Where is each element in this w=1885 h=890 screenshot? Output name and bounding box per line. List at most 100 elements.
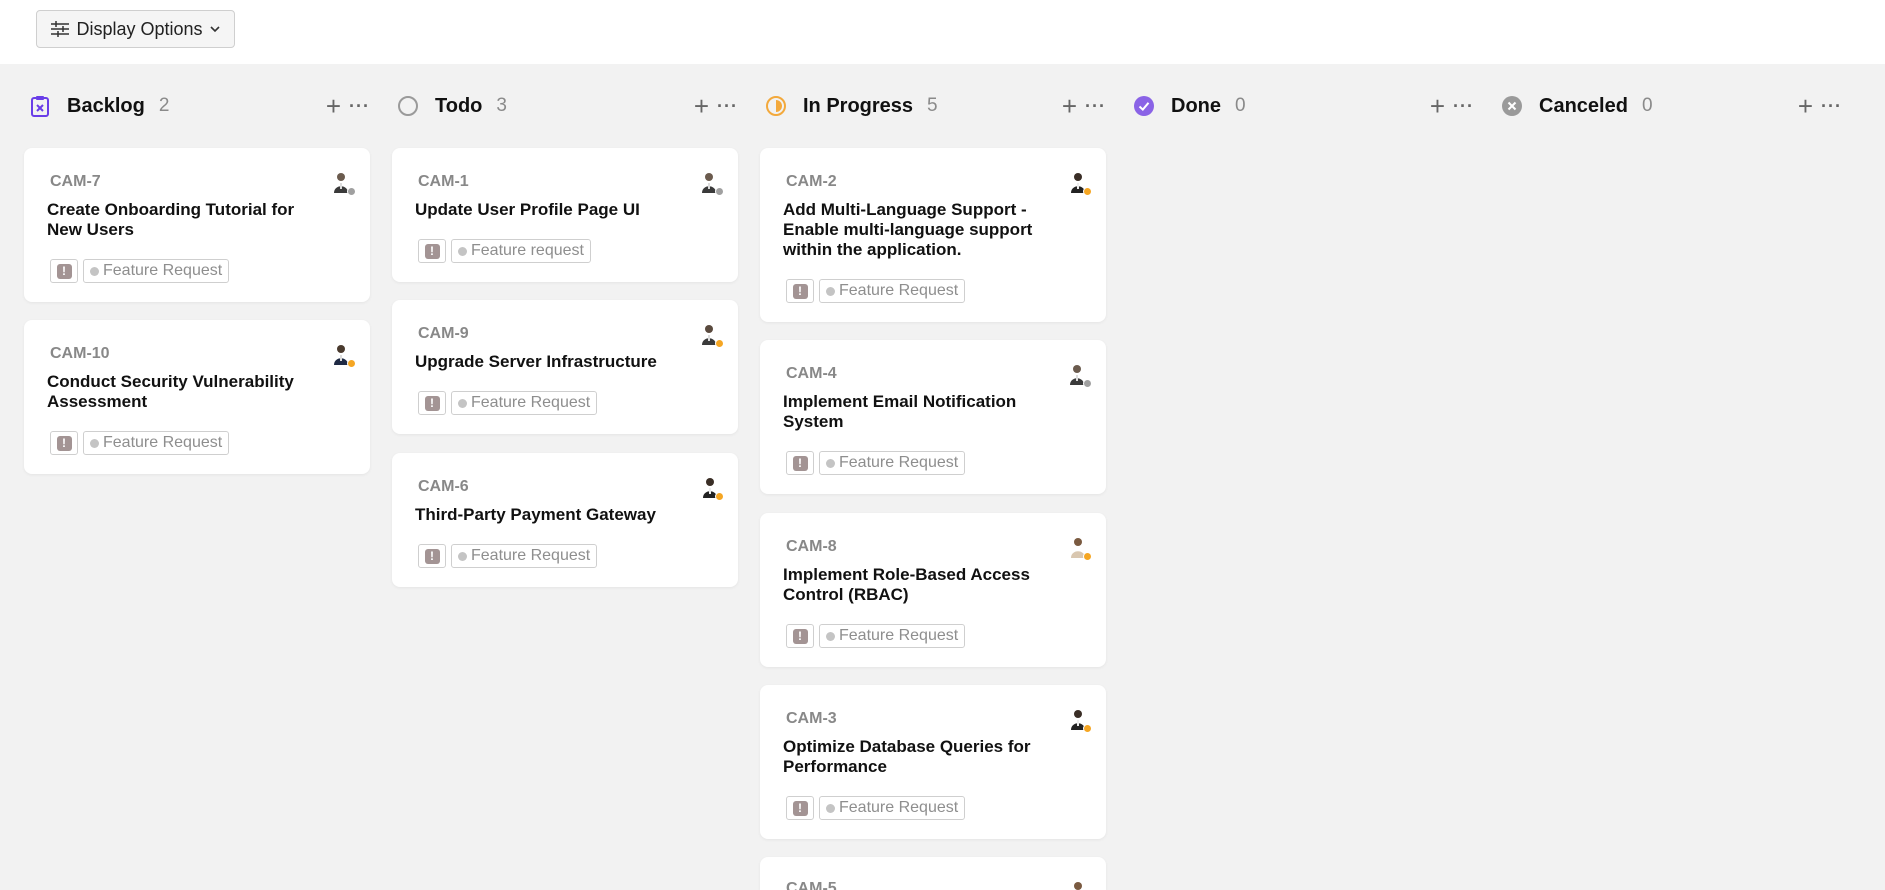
issue-card[interactable]: CAM-4 Implement Email Notification Syste… [760,340,1106,494]
add-icon[interactable]: + [1062,93,1077,119]
assignee-avatar[interactable] [698,322,724,348]
assignee-avatar[interactable] [698,170,724,196]
issue-card[interactable]: CAM-3 Optimize Database Queries for Perf… [760,685,1106,839]
display-options-button[interactable]: Display Options [36,10,235,48]
assignee-avatar[interactable] [1066,535,1092,561]
column-in-progress: In Progress 5 + ··· CAM-2 Add Multi-Lang… [760,64,1106,890]
display-options-label: Display Options [76,18,203,39]
issue-title: Upgrade Server Infrastructure [415,352,657,371]
column-title: Backlog [67,94,145,117]
label-text: Feature request [471,242,584,259]
assignee-avatar[interactable] [698,475,724,501]
label-tag[interactable]: Feature Request [819,796,966,820]
add-icon[interactable]: + [326,93,341,119]
issue-id: CAM-4 [786,365,837,382]
label-tag[interactable]: Feature Request [451,544,598,568]
label-tag[interactable]: Feature request [451,239,591,263]
presence-dot [715,492,724,501]
column-count: 0 [1641,95,1653,116]
todo-icon [396,94,420,118]
column-title: Done [1171,94,1221,117]
top-toolbar: Display Options [0,0,1885,64]
column-header: In Progress 5 + ··· [760,92,1106,120]
label-tag[interactable]: Feature Request [83,431,230,455]
column-header: Canceled 0 + ··· [1496,92,1842,120]
issue-card[interactable]: CAM-10 Conduct Security Vulnerability As… [24,320,370,474]
label-text: Feature Request [103,262,223,279]
more-options-icon[interactable]: ··· [1085,97,1106,115]
urgent-priority-icon[interactable]: ! [50,431,78,455]
urgent-priority-icon[interactable]: ! [786,451,814,475]
urgent-priority-icon[interactable]: ! [786,796,814,820]
more-options-icon[interactable]: ··· [717,97,738,115]
issue-title: Create Onboarding Tutorial for New Users [47,200,295,239]
assignee-avatar[interactable] [1066,170,1092,196]
issue-card[interactable]: CAM-5 [760,857,1106,890]
label-text: Feature Request [103,434,223,451]
urgent-priority-icon[interactable]: ! [786,279,814,303]
urgent-priority-icon[interactable]: ! [418,544,446,568]
label-tag[interactable]: Feature Request [83,259,230,283]
label-text: Feature Request [839,799,959,816]
label-dot [826,803,835,813]
column-todo: Todo 3 + ··· CAM-1 Update User Profile P… [392,64,738,890]
issue-card[interactable]: CAM-8 Implement Role-Based Access Contro… [760,513,1106,667]
presence-dot [1083,379,1092,388]
label-text: Feature Request [839,627,959,644]
more-options-icon[interactable]: ··· [1821,97,1842,115]
presence-dot [347,359,356,368]
label-text: Feature Request [471,394,591,411]
issue-card[interactable]: CAM-1 Update User Profile Page UI ! Feat… [392,148,738,282]
column-title: Canceled [1539,94,1628,117]
issue-title: Conduct Security Vulnerability Assessmen… [47,372,294,411]
issue-id: CAM-3 [786,710,837,727]
chevron-down-icon [209,24,221,34]
column-count: 5 [927,95,938,116]
more-options-icon[interactable]: ··· [349,97,370,115]
column-canceled: Canceled 0 + ··· [1496,64,1842,890]
assignee-avatar[interactable] [1066,707,1092,733]
issue-card[interactable]: CAM-2 Add Multi-Language Support - Enabl… [760,148,1106,322]
issue-title: Update User Profile Page UI [415,200,640,219]
done-icon [1132,94,1156,118]
urgent-priority-icon[interactable]: ! [418,239,446,263]
label-tag[interactable]: Feature Request [819,451,966,475]
issue-id: CAM-2 [786,173,837,190]
issue-title: Add Multi-Language Support - Enable mult… [783,200,1033,259]
canceled-icon [1500,94,1524,118]
label-text: Feature Request [471,547,591,564]
add-icon[interactable]: + [1430,93,1445,119]
label-dot [458,551,467,561]
label-tag[interactable]: Feature Request [451,391,598,415]
assignee-avatar[interactable] [1066,362,1092,388]
assignee-avatar[interactable] [330,170,356,196]
issue-id: CAM-8 [786,538,837,555]
presence-dot [715,339,724,348]
add-icon[interactable]: + [694,93,709,119]
urgent-priority-icon[interactable]: ! [786,624,814,648]
label-tag[interactable]: Feature Request [819,279,966,303]
urgent-priority-icon[interactable]: ! [50,259,78,283]
label-dot [826,286,835,296]
add-icon[interactable]: + [1798,93,1813,119]
column-count: 0 [1235,95,1246,116]
column-title: In Progress [803,94,914,117]
label-dot [90,438,99,448]
urgent-priority-icon[interactable]: ! [418,391,446,415]
issue-title: Optimize Database Queries for Performanc… [783,737,1031,776]
assignee-avatar[interactable] [1066,879,1090,890]
more-options-icon[interactable]: ··· [1453,97,1474,115]
presence-dot [1083,552,1092,561]
label-tag[interactable]: Feature Request [819,624,966,648]
label-dot [458,398,467,408]
label-dot [458,246,467,256]
kanban-board: Backlog 2 + ··· CAM-7 Create Onboarding … [0,64,1885,890]
label-dot [826,631,835,641]
issue-card[interactable]: CAM-7 Create Onboarding Tutorial for New… [24,148,370,302]
issue-card[interactable]: CAM-6 Third-Party Payment Gateway ! Feat… [392,453,738,587]
assignee-avatar[interactable] [330,342,356,368]
issue-card[interactable]: CAM-9 Upgrade Server Infrastructure ! Fe… [392,300,738,434]
column-header: Todo 3 + ··· [392,92,738,120]
label-dot [90,266,99,276]
column-done: Done 0 + ··· [1128,64,1474,890]
